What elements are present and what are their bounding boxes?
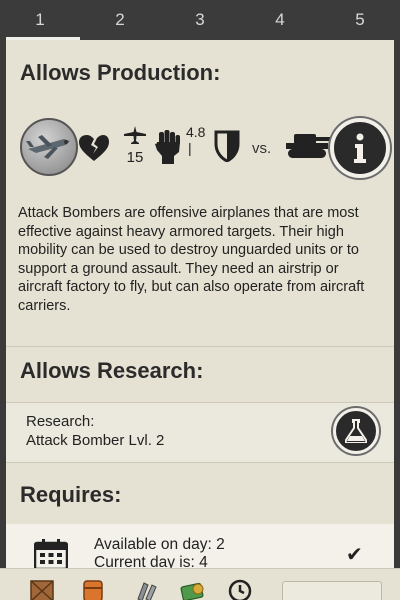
tab-5[interactable]: 5	[320, 0, 400, 40]
broken-heart-icon	[78, 134, 110, 167]
unit-description: Attack Bombers are offensive airplanes t…	[18, 205, 365, 314]
tab-label: 5	[355, 10, 365, 29]
speed-value: 15	[126, 149, 144, 166]
checkmark-icon: ✔	[346, 544, 363, 566]
money-icon	[180, 579, 206, 600]
research-info: Research: Attack Bomber Lvl. 2	[26, 412, 164, 450]
allows-research-title: Allows Research:	[20, 358, 204, 383]
clock-icon	[228, 579, 252, 600]
vs-label: vs.	[252, 140, 272, 157]
tab-label: 4	[275, 10, 285, 29]
tab-2[interactable]: 2	[80, 0, 160, 40]
info-icon	[354, 133, 366, 163]
requirement-available: Available on day: 2	[94, 536, 225, 553]
requires-title: Requires:	[20, 482, 122, 507]
tank-icon	[284, 130, 334, 165]
plane-icon	[124, 126, 146, 144]
fist-icon	[154, 130, 182, 169]
shield-icon	[214, 130, 240, 167]
tab-label: 3	[195, 10, 205, 29]
research-flask-button[interactable]	[333, 408, 379, 454]
attack-value: 4.8	[186, 124, 206, 140]
attack-bomber-icon[interactable]	[20, 118, 78, 176]
crate-icon	[30, 579, 54, 600]
bottom-resource-bar	[0, 568, 400, 600]
info-button[interactable]	[330, 118, 390, 178]
tab-bar: 1 2 3 4 5	[0, 0, 400, 40]
ammunition-icon	[134, 579, 158, 600]
tab-label: 1	[35, 10, 45, 29]
divider	[6, 402, 394, 403]
flask-icon	[345, 419, 367, 443]
divider	[6, 462, 394, 463]
speed-stat: 15	[122, 126, 148, 166]
attack-stat: 4.8 |	[186, 124, 205, 156]
divider	[6, 346, 394, 347]
action-button[interactable]	[282, 581, 382, 600]
attack-sub: |	[188, 140, 192, 156]
requirement-text: Available on day: 2 Current day is: 4	[94, 536, 225, 572]
tab-3[interactable]: 3	[160, 0, 240, 40]
tab-1[interactable]: 1	[0, 0, 80, 40]
tab-4[interactable]: 4	[240, 0, 320, 40]
detail-panel: Allows Production: 15 4.8 | vs. Attack B…	[6, 40, 394, 600]
fuel-barrel-icon	[82, 579, 104, 600]
research-label: Research:	[26, 413, 95, 430]
tab-label: 2	[115, 10, 125, 29]
allows-production-title: Allows Production:	[20, 60, 221, 85]
unit-stats-row: 15 4.8 | vs.	[6, 110, 394, 180]
research-item: Attack Bomber Lvl. 2	[26, 432, 165, 449]
